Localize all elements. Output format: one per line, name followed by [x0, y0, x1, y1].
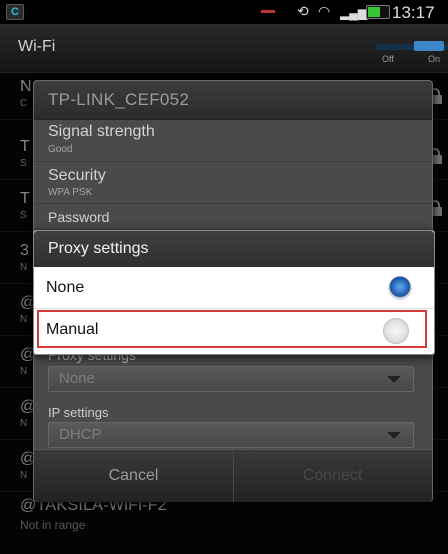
- radio-selected-icon[interactable]: [388, 276, 412, 300]
- sync-icon: ⟲: [297, 3, 309, 19]
- password-label: Password: [48, 209, 110, 225]
- proxy-option-none[interactable]: None: [34, 268, 434, 309]
- chevron-down-icon: [387, 376, 401, 383]
- clock: 13:17: [392, 3, 435, 22]
- proxy-settings-select[interactable]: None: [48, 366, 414, 392]
- app-notification-icon: C: [6, 4, 24, 20]
- ip-settings-label: IP settings: [48, 405, 109, 420]
- ip-settings-value: DHCP: [59, 426, 102, 443]
- dialog-button-bar: Cancel Connect: [34, 449, 432, 502]
- toggle-off-label: Off: [382, 54, 394, 64]
- signal-strength-value: Good: [48, 144, 73, 155]
- chevron-down-icon: [387, 432, 401, 439]
- divider: [34, 161, 432, 162]
- connect-button[interactable]: Connect: [233, 450, 432, 502]
- battery-level: [368, 7, 380, 17]
- toggle-on-label: On: [428, 54, 441, 64]
- network-dialog-title: TP-LINK_CEF052: [48, 90, 190, 109]
- radio-unselected-icon[interactable]: [383, 318, 409, 344]
- proxy-settings-value: None: [59, 370, 95, 387]
- divider: [34, 203, 432, 204]
- page-title: Wi-Fi: [18, 38, 56, 55]
- wifi-header: Wi-Fi Off On: [0, 24, 448, 73]
- battery-icon: [366, 5, 390, 19]
- option-label: Manual: [46, 321, 99, 338]
- security-label: Security: [48, 167, 106, 184]
- proxy-dialog-title-bar: Proxy settings: [34, 231, 434, 267]
- security-value: WPA PSK: [48, 187, 93, 198]
- notification-indicator-icon: [261, 10, 275, 13]
- network-dialog-title-bar: TP-LINK_CEF052: [34, 81, 432, 120]
- wifi-toggle[interactable]: Off On: [376, 38, 448, 64]
- wifi-icon: ◠: [318, 3, 331, 19]
- ip-settings-select[interactable]: DHCP: [48, 422, 414, 448]
- status-bar: C ⟲ ◠ ▂▄▆ 13:17: [0, 0, 448, 24]
- proxy-dialog-title: Proxy settings: [48, 240, 149, 257]
- cancel-button[interactable]: Cancel: [34, 450, 234, 502]
- option-label: None: [46, 279, 85, 296]
- toggle-knob[interactable]: [414, 41, 444, 51]
- signal-icon: ▂▄▆: [340, 6, 367, 20]
- signal-strength-label: Signal strength: [48, 123, 155, 140]
- proxy-settings-dialog: Proxy settings None Manual: [33, 230, 435, 355]
- proxy-option-manual[interactable]: Manual: [37, 310, 427, 348]
